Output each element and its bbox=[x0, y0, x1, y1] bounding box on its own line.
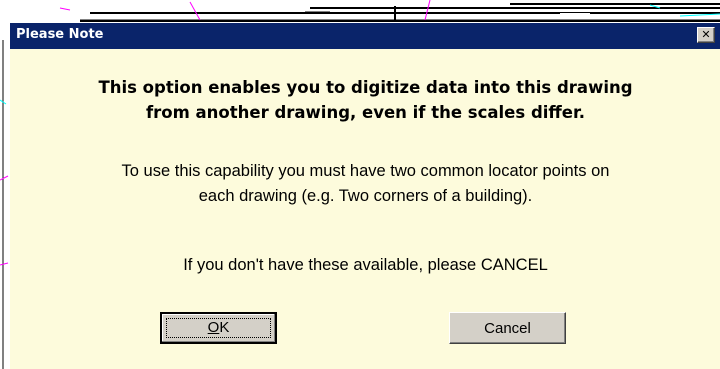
message-instructions-line-2: each drawing (e.g. Two corners of a buil… bbox=[198, 187, 533, 205]
message-instructions: To use this capability you must have two… bbox=[10, 159, 720, 209]
message-bold-line-2: from another drawing, even if the scales… bbox=[145, 103, 586, 122]
ok-button[interactable]: OK bbox=[160, 312, 277, 344]
screen: Please Note ✕ This option enables you to… bbox=[0, 0, 720, 369]
cancel-button[interactable]: Cancel bbox=[449, 312, 566, 344]
message-bold-line-1: This option enables you to digitize data… bbox=[98, 78, 633, 97]
please-note-dialog: Please Note ✕ This option enables you to… bbox=[9, 22, 720, 369]
message-instructions-line-1: To use this capability you must have two… bbox=[121, 162, 610, 180]
close-button[interactable]: ✕ bbox=[697, 27, 715, 43]
cancel-button-label: Cancel bbox=[484, 320, 531, 337]
message-bold: This option enables you to digitize data… bbox=[10, 75, 720, 125]
close-icon: ✕ bbox=[701, 28, 711, 41]
message-cancel-hint: If you don't have these available, pleas… bbox=[183, 256, 548, 274]
dialog-title: Please Note bbox=[16, 27, 104, 42]
focus-rectangle bbox=[166, 318, 271, 338]
dialog-titlebar[interactable]: Please Note ✕ bbox=[10, 23, 720, 49]
